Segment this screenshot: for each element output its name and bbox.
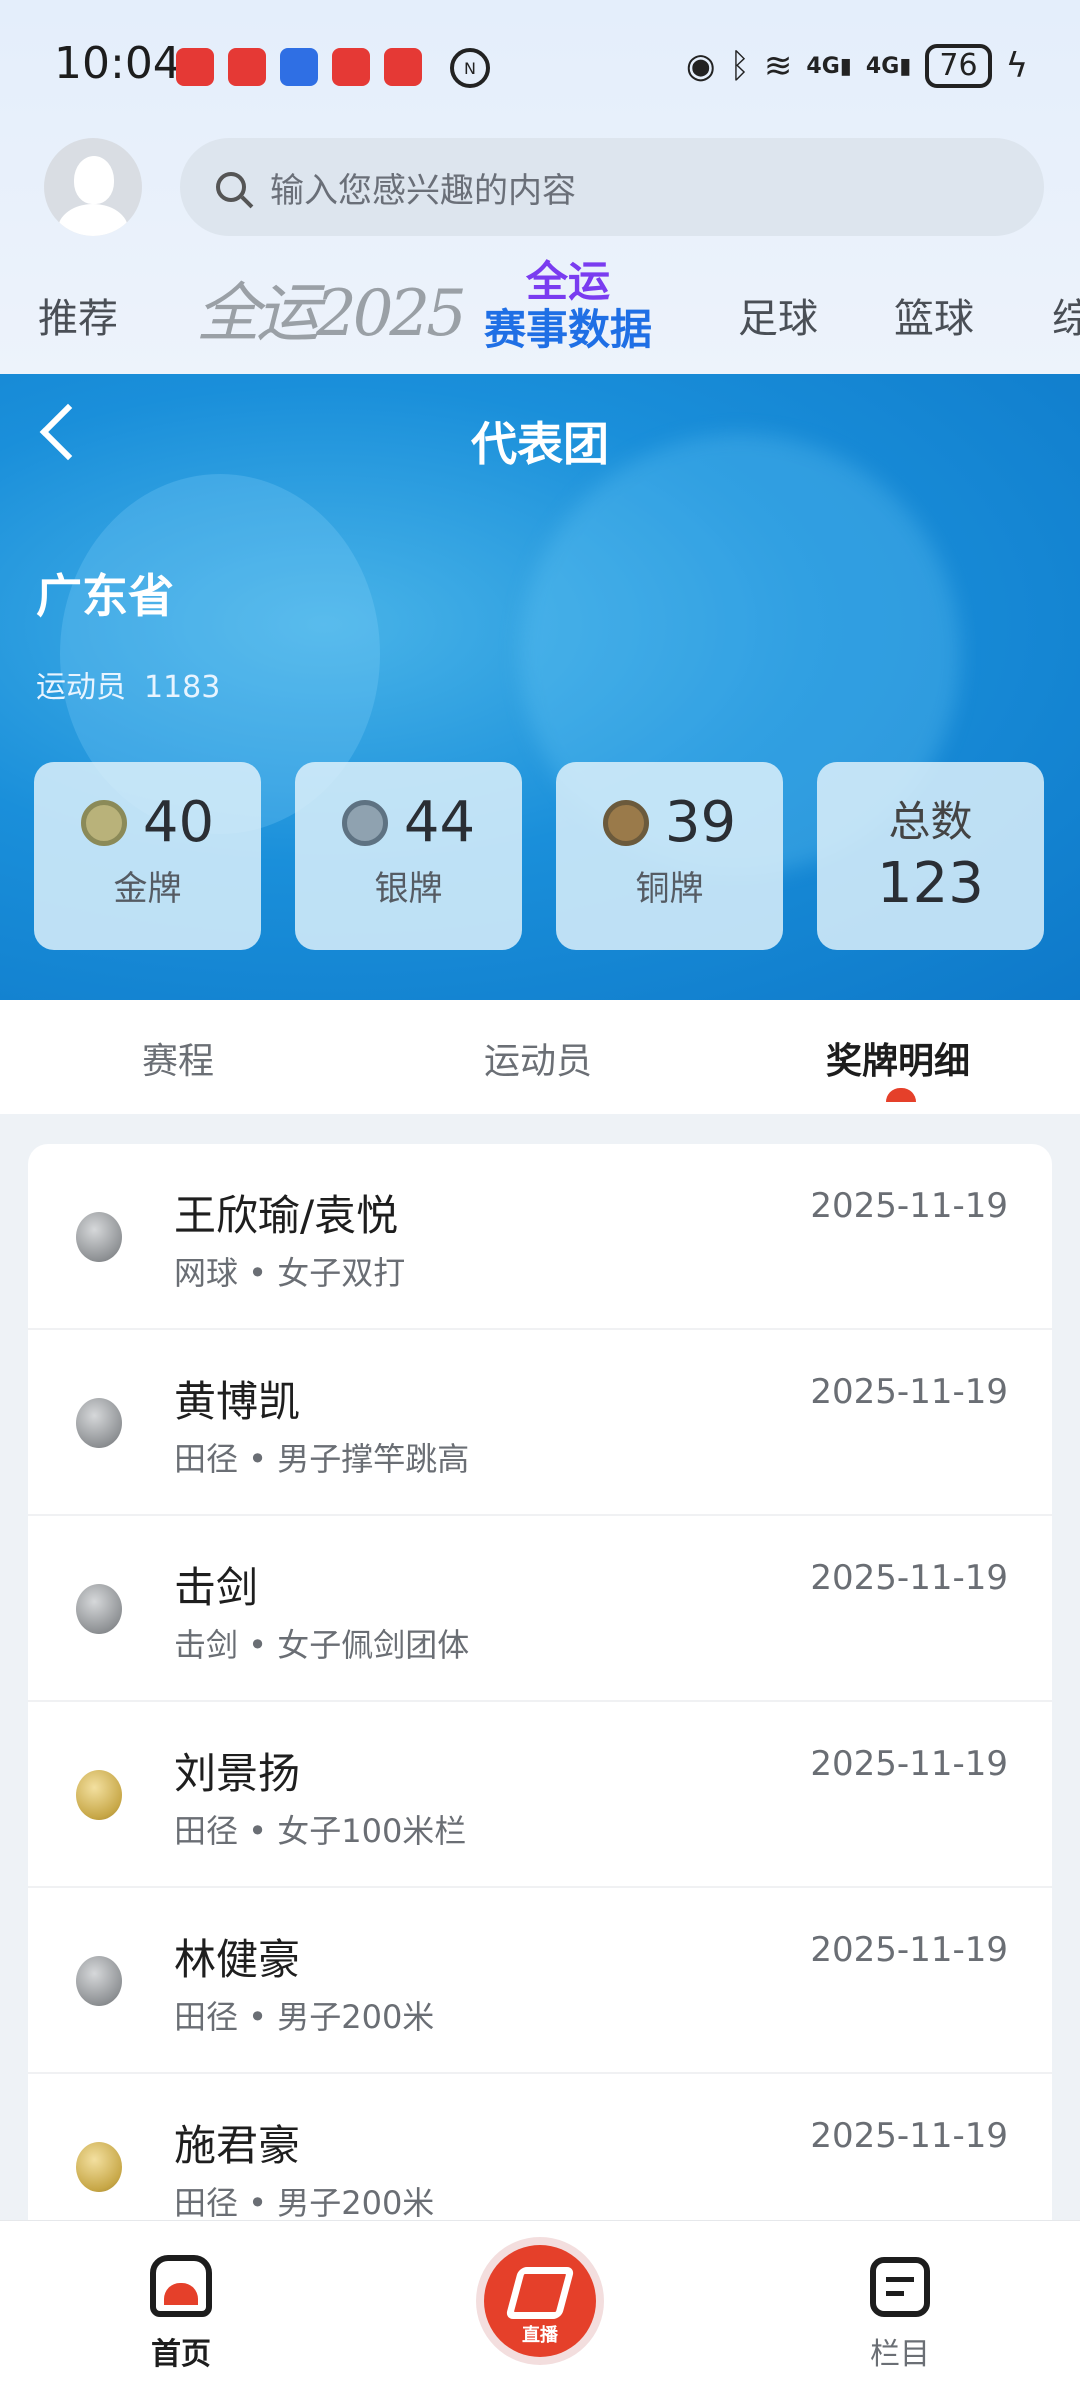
nav-tab-event-stats[interactable]: 全运 赛事数据 <box>478 258 658 354</box>
bronze-card: 39 铜牌 <box>556 762 783 950</box>
search-icon <box>216 172 246 202</box>
columns-label[interactable]: 栏目 <box>720 2329 1080 2373</box>
silver-medal-icon <box>76 1584 122 1634</box>
event-name: 田径 • 女子100米栏 <box>174 1812 467 1850</box>
medal-list: 王欣瑜/袁悦 网球 • 女子双打 2025-11-19 黄博凯 田径 • 男子撑… <box>28 1144 1052 2224</box>
nav-tab-basketball[interactable]: 篮球 <box>894 286 974 344</box>
event-name: 网球 • 女子双打 <box>174 1254 406 1292</box>
nav-tab-quanyun-2025[interactable]: 全运2025 <box>196 262 467 354</box>
status-bar: 10:04 N ◉ ᛒ ≋ 4G▮ 4G▮ 76 ϟ <box>0 0 1080 130</box>
list-item[interactable]: 王欣瑜/袁悦 网球 • 女子双打 2025-11-19 <box>28 1144 1052 1330</box>
nav-tab-recommend[interactable]: 推荐 <box>38 286 118 344</box>
athletes-number: 1183 <box>144 670 221 705</box>
grid-app-icon <box>332 48 370 86</box>
total-count: 123 <box>877 851 984 916</box>
medal-summary: 40 金牌 44 银牌 39 铜牌 总数 123 <box>34 762 1046 950</box>
athletes-label: 运动员 <box>36 670 126 705</box>
store-app-icon <box>280 48 318 86</box>
shopping-app-icon <box>228 48 266 86</box>
medal-date: 2025-11-19 <box>810 2116 1008 2156</box>
winner-name: 林健豪 <box>174 1935 301 1984</box>
medal-date: 2025-11-19 <box>810 1930 1008 1970</box>
list-item[interactable]: 刘景扬 田径 • 女子100米栏 2025-11-19 <box>28 1702 1052 1888</box>
charging-icon: ϟ <box>1005 46 1028 86</box>
bronze-count: 39 <box>664 790 737 855</box>
live-tag: 直播 <box>522 2325 558 2346</box>
huawei-app-icon <box>176 48 214 86</box>
wifi-icon: ≋ <box>763 46 793 86</box>
search-placeholder: 输入您感兴趣的内容 <box>270 170 576 211</box>
bronze-medal-icon <box>602 799 649 846</box>
live-icon <box>505 2267 575 2319</box>
delegation-hero: 代表团 广东省 运动员 1183 40 金牌 44 银牌 39 铜牌 总数 12… <box>0 374 1080 1000</box>
silver-label: 银牌 <box>374 869 443 909</box>
bottom-nav-bar: 首页 直播 栏目 <box>0 2220 1080 2388</box>
live-button[interactable]: 直播 <box>484 2245 596 2357</box>
total-label: 总数 <box>888 797 973 846</box>
sub-tabs: 赛程 运动员 奖牌明细 <box>0 1000 1080 1114</box>
tab-athletes[interactable]: 运动员 <box>484 1032 592 1084</box>
medal-date: 2025-11-19 <box>810 1372 1008 1412</box>
tab-schedule[interactable]: 赛程 <box>142 1032 214 1084</box>
signal-icon-1: 4G▮ <box>806 53 852 79</box>
silver-medal-icon <box>341 799 388 846</box>
user-avatar[interactable] <box>44 138 142 236</box>
tab-medal-details[interactable]: 奖牌明细 <box>826 1032 970 1084</box>
event-name: 击剑 • 女子佩剑团体 <box>174 1626 470 1664</box>
medal-date: 2025-11-19 <box>810 1558 1008 1598</box>
search-input[interactable]: 输入您感兴趣的内容 <box>180 138 1044 236</box>
total-card: 总数 123 <box>817 762 1044 950</box>
gold-label: 金牌 <box>113 869 182 909</box>
nav-tab-stats-line2: 赛事数据 <box>483 305 652 354</box>
athletes-count: 运动员 1183 <box>36 662 220 706</box>
list-item[interactable]: 林健豪 田径 • 男子200米 2025-11-19 <box>28 1888 1052 2074</box>
winner-name: 刘景扬 <box>174 1749 301 1798</box>
bluetooth-icon: ᛒ <box>729 46 750 86</box>
status-time: 10:04 <box>54 38 181 89</box>
list-item[interactable]: 黄博凯 田径 • 男子撑竿跳高 2025-11-19 <box>28 1330 1052 1516</box>
medal-date: 2025-11-19 <box>810 1186 1008 1226</box>
silver-medal-icon <box>76 1398 122 1448</box>
shopping-app-icon-2 <box>384 48 422 86</box>
silver-count: 44 <box>403 790 476 855</box>
gold-count: 40 <box>142 790 215 855</box>
event-name: 田径 • 男子200米 <box>174 2184 435 2222</box>
top-area: 10:04 N ◉ ᛒ ≋ 4G▮ 4G▮ 76 ϟ 输入您感兴趣的内容 推荐 … <box>0 0 1080 374</box>
active-tab-indicator <box>886 1088 916 1102</box>
columns-icon[interactable] <box>870 2257 930 2317</box>
nfc-icon: N <box>450 48 490 88</box>
home-icon[interactable] <box>150 2255 212 2317</box>
home-label[interactable]: 首页 <box>0 2329 362 2373</box>
eye-icon: ◉ <box>685 46 716 86</box>
winner-name: 击剑 <box>174 1563 259 1612</box>
gold-medal-icon <box>80 799 127 846</box>
gold-card: 40 金牌 <box>34 762 261 950</box>
notification-icons <box>176 48 422 86</box>
winner-name: 黄博凯 <box>174 1377 301 1426</box>
gold-medal-icon <box>76 1770 122 1820</box>
nav-tab-partial[interactable]: 综 <box>1052 286 1080 344</box>
winner-name: 王欣瑜/袁悦 <box>174 1191 399 1240</box>
signal-icon-2: 4G▮ <box>865 53 912 79</box>
winner-name: 施君豪 <box>174 2121 301 2170</box>
battery-icon: 76 <box>925 44 992 88</box>
list-item[interactable]: 施君豪 田径 • 男子200米 2025-11-19 <box>28 2074 1052 2224</box>
gold-medal-icon <box>76 2142 122 2192</box>
system-icons: ◉ ᛒ ≋ 4G▮ 4G▮ 76 ϟ <box>686 44 1028 88</box>
team-name: 广东省 <box>36 569 174 623</box>
page-title: 代表团 <box>471 417 609 471</box>
bronze-label: 铜牌 <box>635 869 704 909</box>
silver-card: 44 银牌 <box>295 762 522 950</box>
nav-tab-football[interactable]: 足球 <box>738 286 818 344</box>
silver-medal-icon <box>76 1956 122 2006</box>
silver-medal-icon <box>76 1212 122 1262</box>
nav-tab-stats-line1: 全运 <box>525 257 610 306</box>
list-item[interactable]: 击剑 击剑 • 女子佩剑团体 2025-11-19 <box>28 1516 1052 1702</box>
event-name: 田径 • 男子撑竿跳高 <box>174 1440 470 1478</box>
medal-date: 2025-11-19 <box>810 1744 1008 1784</box>
event-name: 田径 • 男子200米 <box>174 1998 435 2036</box>
